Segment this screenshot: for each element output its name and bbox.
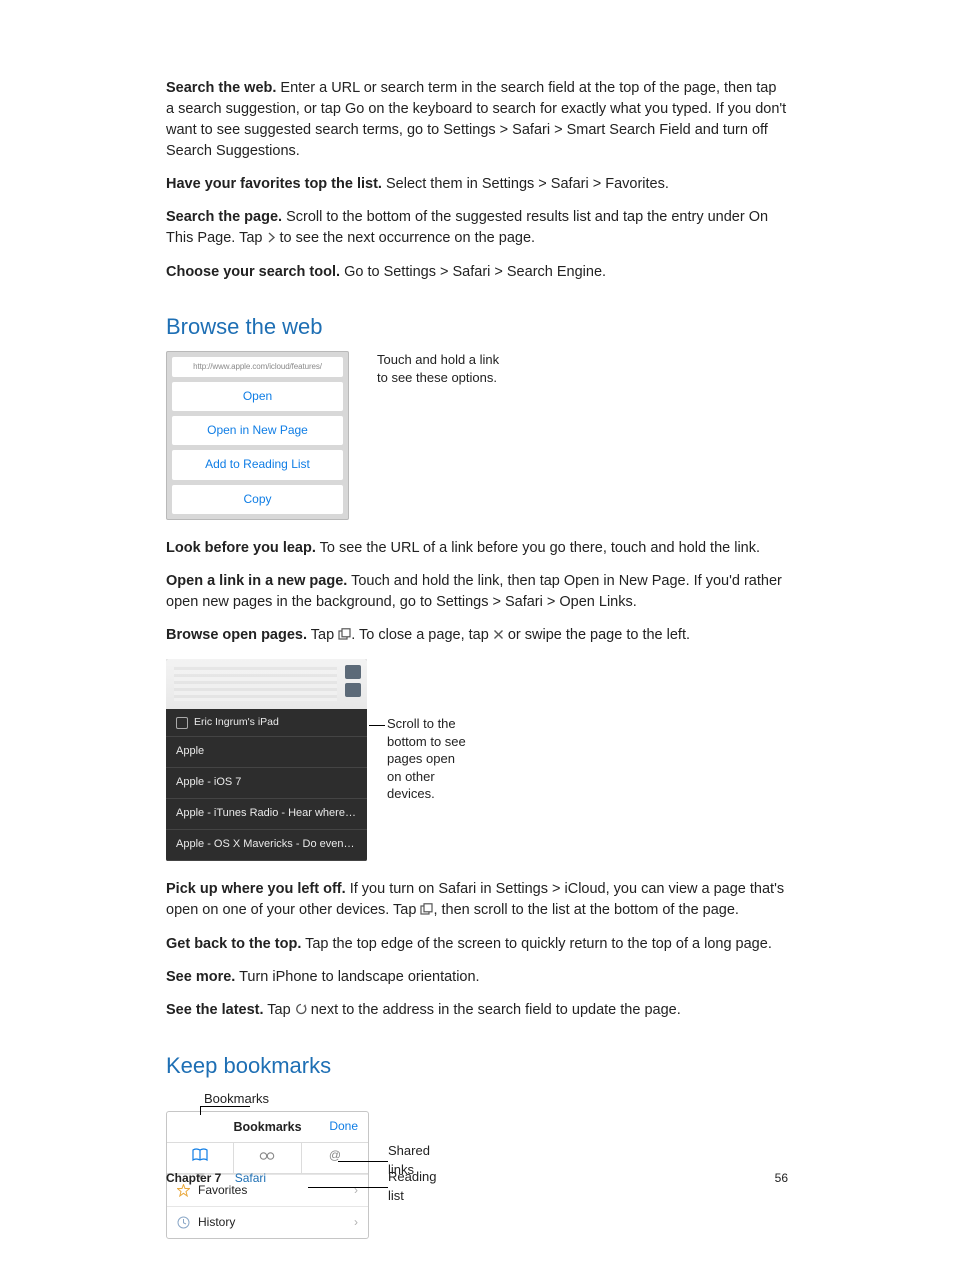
tail: to see the next occurrence on the page.	[276, 230, 536, 246]
figure-caption: Scroll to the bottom to see pages open o…	[387, 659, 466, 803]
body2: next to the address in the search field …	[307, 1002, 681, 1018]
figure-link-menu: http://www.apple.com/icloud/features/ Op…	[166, 351, 788, 520]
para-see-more: See more. Turn iPhone to landscape orien…	[166, 967, 788, 988]
para-back-to-top: Get back to the top. Tap the top edge of…	[166, 934, 788, 955]
add-reading-list-button[interactable]: Add to Reading List	[172, 450, 343, 479]
figure-icloud-tabs: Eric Ingrum's iPad Apple Apple - iOS 7 A…	[166, 659, 788, 861]
para-pickup: Pick up where you left off. If you turn …	[166, 879, 788, 922]
glasses-icon	[258, 1148, 276, 1162]
body: Turn iPhone to landscape orientation.	[235, 969, 479, 985]
para-see-latest: See the latest. Tap next to the address …	[166, 1000, 788, 1022]
heading-bookmarks: Keep bookmarks	[166, 1050, 788, 1082]
lead: Get back to the top.	[166, 936, 301, 952]
body1: Tap	[307, 627, 338, 643]
lead: Have your favorites top the list.	[166, 176, 382, 192]
pages-icon	[338, 626, 351, 647]
device-header: Eric Ingrum's iPad	[166, 709, 367, 737]
caption-line: Touch and hold a link	[377, 352, 499, 367]
lead: Look before you leap.	[166, 540, 316, 556]
close-icon	[493, 626, 504, 647]
footer-left: Chapter 7 Safari	[166, 1170, 266, 1187]
para-favorites: Have your favorites top the list. Select…	[166, 174, 788, 195]
book-icon	[191, 1148, 209, 1162]
done-button[interactable]: Done	[329, 1118, 358, 1135]
figure-bookmarks: Bookmarks Bookmarks Done @ Favorites	[166, 1090, 446, 1239]
row-label: History	[198, 1214, 235, 1231]
tab-row[interactable]: Apple	[166, 737, 367, 768]
para-browse-open: Browse open pages. Tap . To close a page…	[166, 625, 788, 647]
body2: . To close a page, tap	[351, 627, 493, 643]
body1: Tap	[264, 1002, 295, 1018]
figure-caption: Touch and hold a link to see these optio…	[377, 351, 499, 387]
link-context-menu: http://www.apple.com/icloud/features/ Op…	[166, 351, 349, 520]
open-button[interactable]: Open	[172, 382, 343, 411]
body: Select them in Settings > Safari > Favor…	[382, 176, 669, 192]
heading-browse: Browse the web	[166, 311, 788, 343]
caption-line: to see these options.	[377, 370, 497, 385]
body2: , then scroll to the list at the bottom …	[433, 902, 738, 918]
history-row[interactable]: History ›	[167, 1206, 368, 1238]
chevron-right-icon	[267, 229, 276, 250]
pages-icon	[420, 901, 433, 922]
lead: Browse open pages.	[166, 627, 307, 643]
tab-row[interactable]: Apple - OS X Mavericks - Do even…	[166, 830, 367, 861]
tab-row[interactable]: Apple - iOS 7	[166, 768, 367, 799]
chevron-right-icon: ›	[354, 1214, 358, 1231]
link-url: http://www.apple.com/icloud/features/	[172, 357, 343, 377]
shared-links-tab[interactable]: @	[301, 1143, 368, 1172]
body: Go to Settings > Safari > Search Engine.	[340, 264, 606, 280]
reading-list-tab[interactable]	[233, 1143, 300, 1172]
lead: See more.	[166, 969, 235, 985]
open-new-page-button[interactable]: Open in New Page	[172, 416, 343, 445]
callout-bookmarks: Bookmarks	[166, 1090, 446, 1109]
tab-row[interactable]: Apple - iTunes Radio - Hear where…	[166, 799, 367, 830]
lead: Choose your search tool.	[166, 264, 340, 280]
chapter-name: Safari	[235, 1171, 266, 1185]
para-look-before: Look before you leap. To see the URL of …	[166, 538, 788, 559]
lead: Pick up where you left off.	[166, 881, 346, 897]
body: To see the URL of a link before you go t…	[316, 540, 760, 556]
page-number: 56	[775, 1170, 788, 1187]
bookmarks-tab[interactable]	[167, 1143, 233, 1172]
body: Tap the top edge of the screen to quickl…	[301, 936, 772, 952]
para-search-web: Search the web. Enter a URL or search te…	[166, 78, 788, 162]
body3: or swipe the page to the left.	[504, 627, 690, 643]
page-thumbnail	[166, 659, 367, 709]
lead: Search the web.	[166, 80, 276, 96]
chapter-label: Chapter 7	[166, 1171, 221, 1185]
para-search-tool: Choose your search tool. Go to Settings …	[166, 262, 788, 283]
lead: Open a link in a new page.	[166, 573, 347, 589]
bookmarks-title: Bookmarks	[233, 1118, 301, 1136]
para-open-new-page: Open a link in a new page. Touch and hol…	[166, 571, 788, 613]
reload-icon	[295, 1001, 307, 1022]
lead: See the latest.	[166, 1002, 264, 1018]
clock-icon	[177, 1216, 190, 1229]
icloud-tabs-panel: Eric Ingrum's iPad Apple Apple - iOS 7 A…	[166, 659, 367, 861]
page-footer: Chapter 7 Safari 56	[166, 1170, 788, 1187]
para-search-page: Search the page. Scroll to the bottom of…	[166, 207, 788, 250]
copy-button[interactable]: Copy	[172, 485, 343, 514]
lead: Search the page.	[166, 209, 282, 225]
bookmarks-header: Bookmarks Done	[167, 1112, 368, 1143]
